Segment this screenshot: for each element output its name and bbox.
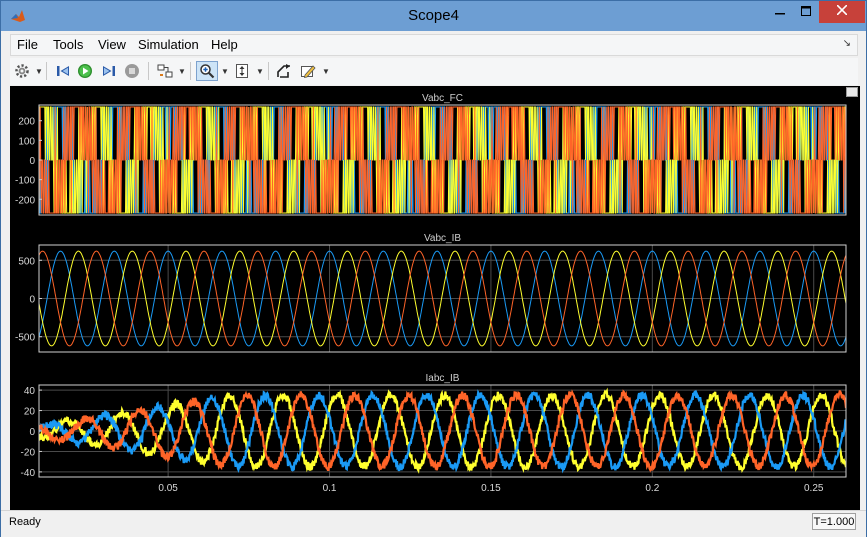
y-tick-label: 0 xyxy=(29,295,35,306)
title-bar[interactable]: Scope4 xyxy=(1,1,866,31)
maximize-button[interactable] xyxy=(793,1,819,23)
menu-overflow-icon[interactable]: ↘ xyxy=(843,38,851,49)
axes-vabc-fc[interactable]: Vabc_FC 200 100 0 -100 -200 xyxy=(15,93,847,216)
y-tick-label: -100 xyxy=(15,176,35,187)
y-tick-label: 0 xyxy=(29,156,35,167)
status-text: Ready xyxy=(9,516,41,528)
menu-tools[interactable]: Tools xyxy=(53,37,83,52)
zoom-y-button[interactable] xyxy=(232,61,252,81)
run-icon xyxy=(78,64,92,78)
menu-view[interactable]: View xyxy=(98,37,126,52)
scale-dropdown-icon[interactable]: ▼ xyxy=(256,67,264,76)
stop-button[interactable] xyxy=(122,61,142,81)
toolbar: ▼ ▼ ▼ ▼ ▼ xyxy=(10,58,858,85)
zoom-y-icon xyxy=(236,64,248,78)
settings-dropdown-icon[interactable]: ▼ xyxy=(35,67,43,76)
axes-iabc-ib[interactable]: Iabc_IB 40 20 0 -20 -40 0.05 0.1 0.15 0.2 0.25 xyxy=(21,373,847,494)
toolbar-separator xyxy=(190,62,191,80)
highlight-dropdown-icon[interactable]: ▼ xyxy=(178,67,186,76)
run-button[interactable] xyxy=(75,61,95,81)
menu-help[interactable]: Help xyxy=(211,37,238,52)
y-tick-label: 500 xyxy=(18,256,35,267)
y-tick-label: -20 xyxy=(21,447,36,458)
minimize-icon xyxy=(775,13,785,15)
axes-title: Vabc_FC xyxy=(422,93,463,104)
axes-title: Iabc_IB xyxy=(426,373,460,384)
y-tick-label: -200 xyxy=(15,195,35,206)
menu-bar: File Tools View Simulation Help ↘ xyxy=(10,34,858,56)
series-group xyxy=(39,106,846,214)
scope-plots[interactable]: Vabc_FC2001000-100-200Vabc_IB5000-500Iab… xyxy=(10,86,860,510)
x-tick-label: 0.15 xyxy=(481,483,501,494)
restore-axes-icon xyxy=(277,64,290,78)
maximize-icon xyxy=(801,6,811,16)
plot-area: Vabc_FC 200 100 0 -100 -200 Vabc_IB 500 0 -500 Iab… xyxy=(10,86,860,510)
edit-signals-button[interactable] xyxy=(298,61,318,81)
simulation-time: T=1.000 xyxy=(812,513,856,530)
axes-title: Vabc_IB xyxy=(424,233,461,244)
close-icon xyxy=(836,4,848,16)
menu-simulation[interactable]: Simulation xyxy=(138,37,199,52)
settings-button[interactable] xyxy=(12,61,32,81)
stop-icon xyxy=(125,64,139,78)
undock-button[interactable] xyxy=(846,87,858,97)
axes-vabc-ib[interactable]: Vabc_IB 500 0 -500 xyxy=(15,233,847,353)
y-tick-label: 40 xyxy=(24,386,36,397)
edit-signals-icon xyxy=(301,65,316,79)
step-forward-button[interactable] xyxy=(99,61,119,81)
status-bar: Ready T=1.000 xyxy=(1,510,866,537)
minimize-button[interactable] xyxy=(767,1,793,23)
zoom-in-icon xyxy=(200,64,215,79)
x-tick-label: 0.25 xyxy=(804,483,824,494)
gear-icon xyxy=(15,64,29,78)
y-tick-label: 0 xyxy=(29,427,35,438)
zoom-dropdown-icon[interactable]: ▼ xyxy=(221,67,229,76)
highlight-block-icon xyxy=(157,64,173,78)
y-tick-label: 100 xyxy=(18,136,35,147)
menu-file[interactable]: File xyxy=(17,37,38,52)
window-title: Scope4 xyxy=(408,7,459,24)
x-tick-label: 0.05 xyxy=(158,483,178,494)
toolbar-separator xyxy=(148,62,149,80)
scope-window: Scope4 File Tools View Simulation Help ↘… xyxy=(0,0,867,537)
restore-axes-button[interactable] xyxy=(274,61,294,81)
toolbar-separator xyxy=(268,62,269,80)
step-back-icon xyxy=(57,66,69,76)
step-back-button[interactable] xyxy=(53,61,73,81)
step-forward-icon xyxy=(103,66,115,76)
y-tick-label: -500 xyxy=(15,333,35,344)
x-tick-label: 0.1 xyxy=(323,483,337,494)
y-tick-label: -40 xyxy=(21,468,36,479)
y-tick-label: 200 xyxy=(18,117,35,128)
close-button[interactable] xyxy=(819,1,865,23)
highlight-block-button[interactable] xyxy=(155,61,175,81)
toolbar-separator xyxy=(46,62,47,80)
zoom-in-button[interactable] xyxy=(196,61,218,81)
y-tick-label: 20 xyxy=(24,407,36,418)
x-tick-label: 0.2 xyxy=(645,483,659,494)
edit-dropdown-icon[interactable]: ▼ xyxy=(322,67,330,76)
